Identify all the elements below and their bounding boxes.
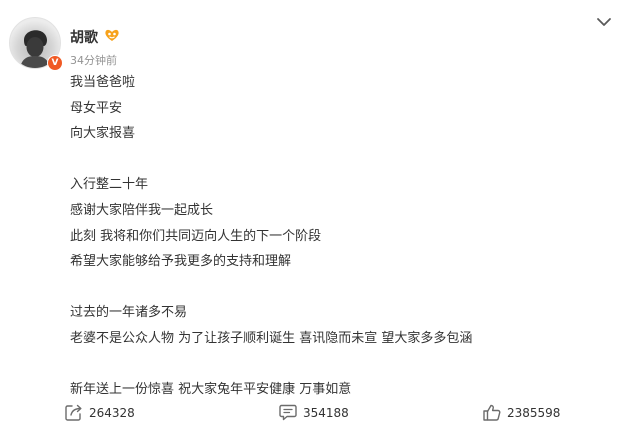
post-text-line: 向大家报喜 (70, 126, 136, 142)
like-count: 2385598 (507, 405, 561, 420)
post-text-line: 希望大家能够给予我更多的支持和理解 (70, 254, 292, 270)
post-text-line: 我当爸爸啦 (70, 75, 136, 90)
repost-button[interactable]: 264328 (65, 404, 135, 421)
post-text-line: 老婆不是公众人物 为了让孩子顺利诞生 喜讯隐而未宣 望大家多多包涵 (70, 330, 473, 346)
post-text-line: 入行整二十年 (70, 177, 149, 193)
post-text-line: 新年送上一份惊喜 祝大家兔年平安健康 万事如意 (70, 382, 352, 398)
comment-count: 354188 (303, 405, 349, 420)
like-button[interactable]: 2385598 (483, 404, 560, 421)
action-bar: 264328 354188 2385598 (0, 404, 625, 432)
thumbs-up-icon (483, 404, 501, 421)
post-text-line: 此刻 我将和你们共同迈向人生的下一个阶段 (70, 228, 322, 244)
comment-icon (279, 404, 297, 421)
post-content: 我当爸爸啦 母女平安 向大家报喜 入行整二十年 感谢大家陪伴我一起成长 此刻 我… (70, 70, 472, 403)
post-timestamp[interactable]: 34分钟前 (70, 52, 117, 68)
comment-button[interactable]: 354188 (279, 404, 349, 421)
avatar[interactable]: V (9, 17, 63, 71)
repost-count: 264328 (89, 405, 135, 420)
weibo-post: V 胡歌 34分钟前 我当爸爸啦 母女平安 向大家报喜 入行整二十年 感谢大家陪… (0, 0, 625, 432)
verified-badge-icon: V (47, 55, 63, 71)
chevron-down-icon[interactable] (596, 16, 612, 28)
post-text-line: 母女平安 (70, 100, 123, 116)
repost-icon (65, 404, 82, 421)
author-name[interactable]: 胡歌 (70, 27, 98, 47)
post-text-line: 过去的一年诸多不易 (70, 305, 188, 321)
post-text-line: 感谢大家陪伴我一起成长 (70, 202, 214, 218)
vip-heart-icon (105, 29, 119, 41)
